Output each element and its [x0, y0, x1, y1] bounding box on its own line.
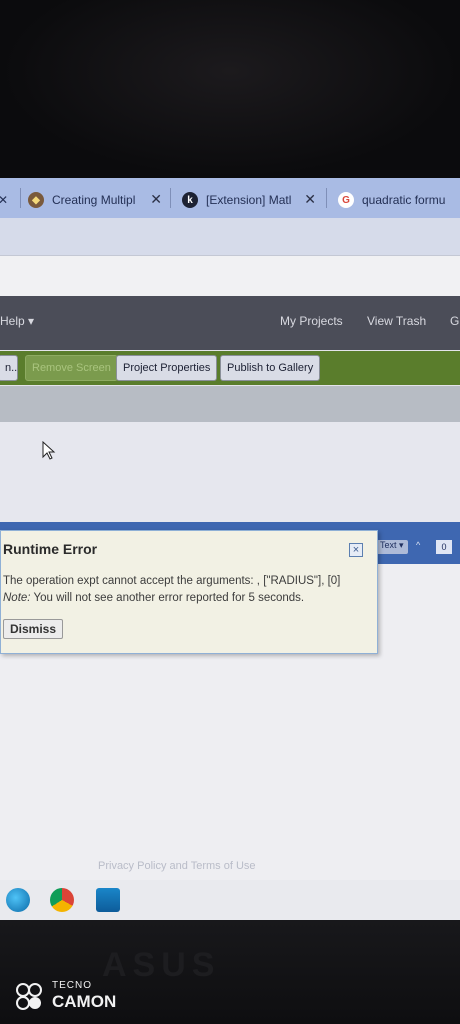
google-icon: G: [338, 192, 354, 208]
dismiss-button[interactable]: Dismiss: [3, 619, 64, 639]
remove-screen-button[interactable]: Remove Screen: [25, 355, 118, 381]
browser-toolbar: [0, 218, 460, 256]
tab-divider: [20, 188, 21, 208]
error-message: The operation expt cannot accept the arg…: [3, 575, 341, 587]
tab-label: [Extension] Matl: [206, 193, 292, 207]
text-dropdown[interactable]: Text ▾: [376, 540, 408, 554]
watermark-model: CAMON: [52, 992, 117, 1011]
privacy-terms-link[interactable]: Privacy Policy and Terms of Use: [98, 860, 256, 872]
tab-divider: [170, 188, 171, 208]
help-menu[interactable]: Help ▾: [0, 314, 34, 328]
publish-to-gallery-button[interactable]: Publish to Gallery: [220, 355, 321, 381]
dialog-title: Runtime Error: [3, 541, 98, 557]
laptop-brand-logo: ASUS: [102, 946, 221, 984]
windows-taskbar: [0, 880, 460, 920]
tecno-logo-icon: [16, 983, 42, 1010]
close-icon[interactable]: ✕: [0, 193, 8, 207]
header-overflow-link[interactable]: G: [450, 314, 459, 328]
tab-divider: [326, 188, 327, 208]
tab-label: Creating Multipl: [52, 193, 136, 207]
tab-creating-multiple[interactable]: ◆ Creating Multipl ✕: [28, 184, 162, 216]
close-icon[interactable]: ×: [349, 543, 363, 557]
tab-label: quadratic formu: [362, 193, 446, 207]
close-icon[interactable]: ✕: [150, 191, 162, 208]
project-properties-button[interactable]: Project Properties: [116, 355, 218, 381]
app-header: Help ▾ My Projects View Trash G: [0, 296, 460, 350]
tab-quadratic-formula[interactable]: G quadratic formu: [338, 184, 460, 216]
workspace-area[interactable]: [0, 422, 460, 522]
runtime-error-dialog: Runtime Error × The operation expt canno…: [0, 530, 378, 654]
designer-toolbar: n... Remove Screen Project Properties Pu…: [0, 351, 460, 385]
sub-toolbar: [0, 386, 460, 422]
app-inventor-icon: ◆: [28, 192, 44, 208]
counter-box: 0: [436, 540, 452, 554]
address-bar[interactable]: [0, 256, 460, 296]
tab-previous-close[interactable]: ✕: [0, 184, 10, 216]
my-projects-link[interactable]: My Projects: [280, 314, 343, 328]
mail-icon[interactable]: [96, 888, 120, 912]
k-community-icon: k: [182, 192, 198, 208]
error-note: Note: You will not see another error rep…: [3, 592, 304, 604]
view-trash-link[interactable]: View Trash: [367, 314, 426, 328]
watermark-brand: TECNO: [52, 980, 92, 991]
note-label: Note:: [3, 592, 31, 604]
close-icon[interactable]: ✕: [304, 191, 316, 208]
tab-extension-math[interactable]: k [Extension] Matl ✕: [182, 184, 316, 216]
mouse-cursor-icon: [42, 441, 56, 460]
screen-dropdown-button[interactable]: n...: [0, 355, 18, 381]
browser-tab-strip: ✕ ◆ Creating Multipl ✕ k [Extension] Mat…: [0, 178, 460, 218]
note-text: You will not see another error reported …: [30, 592, 305, 604]
laptop-bezel-top: [0, 0, 460, 178]
edge-icon[interactable]: [6, 888, 30, 912]
laptop-screen: ✕ ◆ Creating Multipl ✕ k [Extension] Mat…: [0, 178, 460, 920]
up-arrow-icon[interactable]: ^: [416, 540, 420, 550]
chrome-icon[interactable]: [50, 888, 74, 912]
